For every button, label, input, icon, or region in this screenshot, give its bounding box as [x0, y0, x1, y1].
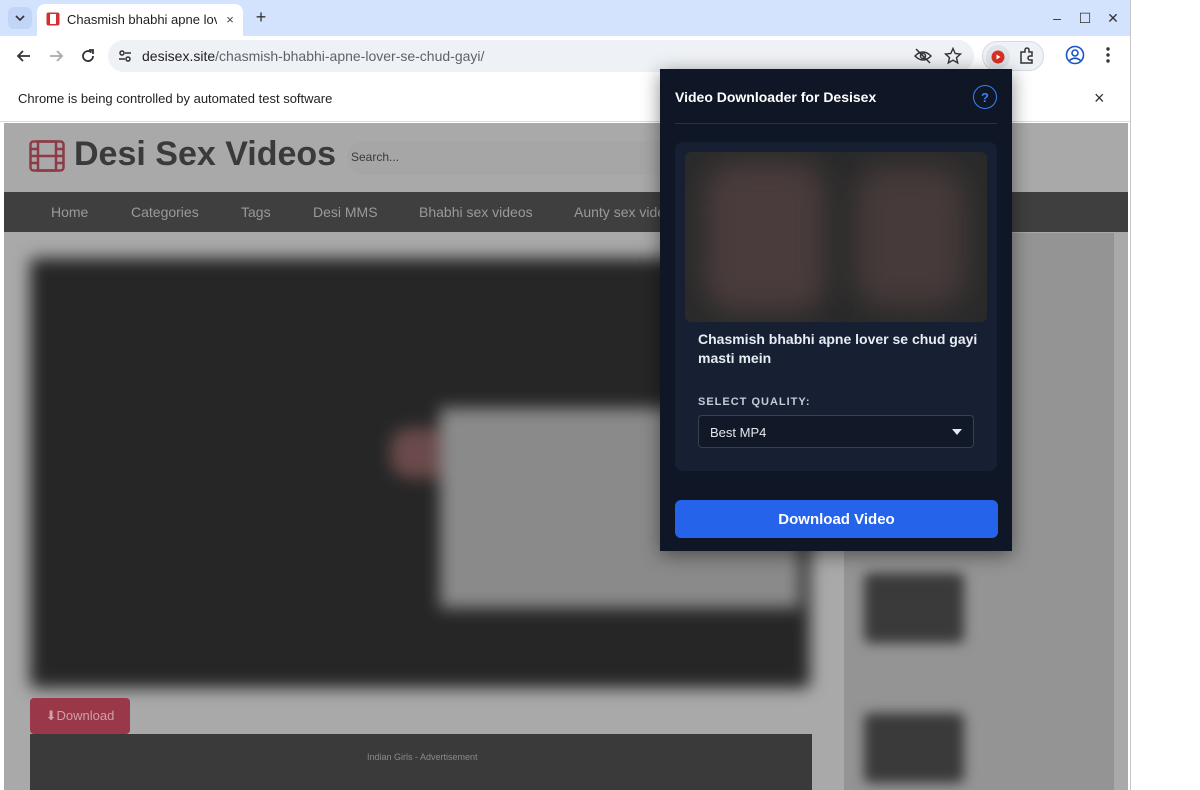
reload-icon — [82, 49, 94, 62]
thumbnail-blur-right — [855, 167, 965, 307]
tab-title: Chasmish bhabhi apne lover se chud gayi — [67, 12, 217, 27]
eye-off-icon[interactable] — [914, 47, 932, 65]
nav-home[interactable]: Home — [51, 204, 88, 220]
chevron-down-icon — [952, 429, 962, 435]
nav-categories[interactable]: Categories — [131, 204, 199, 220]
nav-desi-mms[interactable]: Desi MMS — [313, 204, 378, 220]
chevron-down-icon — [15, 15, 25, 22]
tab-active[interactable]: Chasmish bhabhi apne lover se chud gayi … — [37, 4, 243, 36]
bookmark-star-icon[interactable] — [944, 47, 962, 65]
extensions-group — [982, 41, 1044, 71]
film-favicon-icon — [46, 12, 60, 26]
kebab-menu-icon[interactable] — [1099, 45, 1117, 65]
tab-strip: Chasmish bhabhi apne lover se chud gayi … — [0, 0, 1130, 36]
infobar-close-icon[interactable]: × — [1094, 88, 1105, 109]
puzzle-icon[interactable] — [1017, 46, 1037, 66]
infobar-message: Chrome is being controlled by automated … — [18, 91, 333, 106]
url-text: desisex.site/chasmish-bhabhi-apne-lover-… — [142, 48, 484, 64]
reload-button[interactable] — [76, 44, 100, 68]
help-icon[interactable]: ? — [973, 85, 997, 109]
desktop-background — [1131, 0, 1200, 790]
quality-label: SELECT QUALITY: — [698, 396, 811, 408]
video-thumbnail — [685, 152, 987, 322]
search-placeholder: Search... — [351, 150, 400, 164]
popup-title: Video Downloader for Desisex — [675, 89, 877, 105]
arrow-left-icon — [16, 50, 30, 62]
related-thumbnail[interactable] — [864, 713, 964, 783]
video-card: Chasmish bhabhi apne lover se chud gayi … — [675, 142, 997, 471]
popup-divider — [675, 123, 997, 124]
related-thumbnail[interactable] — [864, 573, 964, 643]
quality-value: Best MP4 — [710, 425, 767, 440]
video-downloader-extension-button[interactable] — [986, 45, 1010, 69]
site-logo[interactable]: Desi Sex Videos — [74, 135, 344, 174]
profile-icon[interactable] — [1065, 45, 1085, 65]
quality-select[interactable]: Best MP4 — [698, 415, 974, 448]
ad-label: Indian Girls - Advertisement — [367, 752, 478, 762]
forward-button[interactable] — [44, 44, 68, 68]
maximize-button[interactable]: ☐ — [1074, 8, 1096, 28]
record-icon — [991, 50, 1005, 64]
advertisement[interactable]: Indian Girls - Advertisement — [30, 734, 812, 790]
site-search-input[interactable]: Search... — [347, 141, 707, 175]
page-download-button[interactable]: ⬇Download — [30, 698, 130, 734]
arrow-right-icon — [50, 50, 64, 62]
video-downloader-popup: Video Downloader for Desisex ? Chasmish … — [660, 69, 1012, 551]
close-tab-icon[interactable]: × — [221, 10, 239, 28]
minimize-button[interactable]: – — [1046, 8, 1068, 28]
nav-tags[interactable]: Tags — [241, 204, 271, 220]
window-close-button[interactable]: ✕ — [1102, 8, 1124, 28]
new-tab-button[interactable]: + — [250, 6, 272, 28]
address-bar[interactable]: desisex.site/chasmish-bhabhi-apne-lover-… — [108, 40, 974, 72]
site-settings-icon[interactable] — [117, 48, 133, 64]
tab-search-button[interactable] — [8, 7, 32, 29]
browser-window: Chasmish bhabhi apne lover se chud gayi … — [0, 0, 1131, 790]
url-path: /chasmish-bhabhi-apne-lover-se-chud-gayi… — [215, 48, 485, 64]
url-domain: desisex.site — [142, 48, 216, 64]
thumbnail-blur-left — [705, 162, 825, 312]
download-video-button[interactable]: Download Video — [675, 500, 998, 538]
back-button[interactable] — [12, 44, 36, 68]
nav-bhabhi[interactable]: Bhabhi sex videos — [419, 204, 533, 220]
film-logo-icon — [29, 140, 65, 172]
video-title: Chasmish bhabhi apne lover se chud gayi … — [698, 331, 978, 366]
